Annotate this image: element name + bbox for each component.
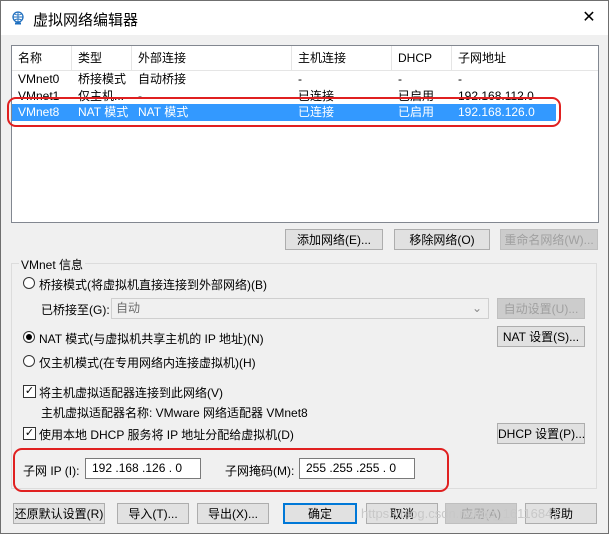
column-header-external[interactable]: 外部连接	[132, 46, 292, 70]
column-header-dhcp[interactable]: DHCP	[392, 46, 452, 70]
bridge-mode-radio[interactable]	[23, 277, 35, 289]
selected-row-highlight	[7, 97, 561, 127]
column-header-subnet[interactable]: 子网地址	[452, 46, 598, 70]
connect-adapter-checkbox[interactable]: ✓	[23, 385, 36, 398]
table-row[interactable]: VMnet0 桥接模式 自动桥接 - - -	[12, 71, 556, 88]
import-button[interactable]: 导入(T)...	[117, 503, 189, 524]
cell-name: VMnet0	[18, 72, 60, 86]
watermark-text: https://blog.csdn.net/qq_16116847	[361, 506, 560, 521]
vmnet-info-label: VMnet 信息	[19, 256, 86, 273]
bridge-mode-label[interactable]: 桥接模式(将虚拟机直接连接到外部网络)(B)	[39, 276, 267, 293]
export-button[interactable]: 导出(X)...	[197, 503, 269, 524]
nat-mode-radio[interactable]	[23, 331, 35, 343]
cell-type: 桥接模式	[78, 72, 127, 86]
subnet-highlight	[13, 448, 449, 492]
host-only-radio[interactable]	[23, 355, 35, 367]
network-globe-icon	[12, 11, 24, 25]
close-button[interactable]: ✕	[577, 7, 601, 29]
host-only-label[interactable]: 仅主机模式(在专用网络内连接虚拟机)(H)	[39, 354, 256, 371]
cell-host: -	[298, 72, 302, 86]
ok-button[interactable]: 确定	[283, 503, 357, 524]
cell-dhcp: -	[398, 72, 402, 86]
table-header: 名称 类型 外部连接 主机连接 DHCP 子网地址	[12, 46, 598, 71]
window-title: 虚拟网络编辑器	[33, 12, 139, 29]
restore-defaults-button[interactable]: 还原默认设置(R)	[13, 503, 105, 524]
network-table: 名称 类型 外部连接 主机连接 DHCP 子网地址 VMnet0 桥接模式 自动…	[11, 45, 599, 223]
nat-settings-button[interactable]: NAT 设置(S)...	[497, 326, 585, 347]
remove-network-button[interactable]: 移除网络(O)	[394, 229, 490, 250]
bridged-to-value: 自动	[116, 301, 141, 315]
title-bar: 虚拟网络编辑器 ✕	[1, 1, 608, 35]
nat-mode-label[interactable]: NAT 模式(与虚拟机共享主机的 IP 地址)(N)	[39, 330, 264, 347]
column-header-name[interactable]: 名称	[12, 46, 72, 70]
bridged-to-select[interactable]: 自动 ⌄	[111, 298, 489, 319]
adapter-name-text: 主机虚拟适配器名称: VMware 网络适配器 VMnet8	[41, 406, 308, 420]
cell-subnet: -	[458, 72, 462, 86]
connect-adapter-label[interactable]: 将主机虚拟适配器连接到此网络(V)	[39, 384, 223, 401]
rename-network-button[interactable]: 重命名网络(W)...	[500, 229, 598, 250]
cell-external: 自动桥接	[138, 72, 187, 86]
bridged-to-label: 已桥接至(G):	[41, 303, 110, 317]
auto-settings-button[interactable]: 自动设置(U)...	[497, 298, 585, 319]
column-header-host[interactable]: 主机连接	[292, 46, 392, 70]
use-dhcp-checkbox[interactable]: ✓	[23, 427, 36, 440]
chevron-down-icon: ⌄	[471, 301, 482, 315]
use-dhcp-label[interactable]: 使用本地 DHCP 服务将 IP 地址分配给虚拟机(D)	[39, 426, 294, 443]
virtual-network-editor-window: 虚拟网络编辑器 ✕ 名称 类型 外部连接 主机连接 DHCP 子网地址 VMne…	[0, 0, 609, 534]
add-network-button[interactable]: 添加网络(E)...	[285, 229, 383, 250]
column-header-type[interactable]: 类型	[72, 46, 132, 70]
dhcp-settings-button[interactable]: DHCP 设置(P)...	[497, 423, 585, 444]
